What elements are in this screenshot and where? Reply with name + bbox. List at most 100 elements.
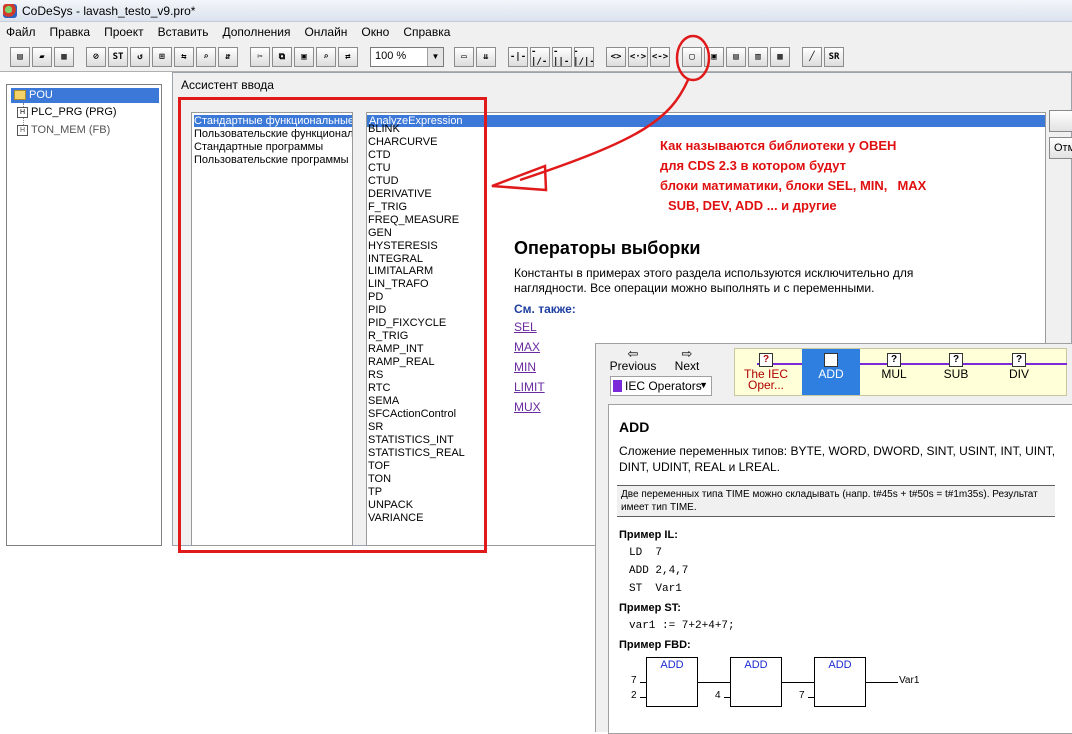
fbd-input-value: 7	[631, 675, 637, 686]
menu-bar: Файл Правка Проект Вставить Дополнения О…	[0, 22, 1072, 42]
dialog-title: Ассистент ввода	[181, 78, 274, 92]
menu-insert[interactable]: Вставить	[158, 25, 209, 39]
fbd-wire	[866, 682, 898, 683]
chevron-down-icon[interactable]: ▼	[427, 48, 443, 66]
topic-select[interactable]: IEC Operators ▼	[610, 376, 712, 396]
breadcrumb-item-active[interactable]: ⌕ ADD	[802, 349, 860, 395]
find-icon[interactable]: ⌕	[316, 47, 336, 67]
parallel-negated-contact-icon[interactable]: -|/|-	[574, 47, 594, 67]
annotation-highlight-box	[178, 97, 487, 553]
new-file-icon[interactable]: ▤	[10, 47, 30, 67]
previous-button[interactable]: ⇦ Previous	[608, 347, 658, 374]
write-values-icon[interactable]: ⇆	[174, 47, 194, 67]
coil-icon[interactable]: <>	[606, 47, 626, 67]
help-topic-icon: ?	[949, 353, 963, 367]
help-link-max[interactable]: MAX	[514, 340, 540, 354]
function-block-icon: H	[17, 125, 28, 136]
negated-contact-icon[interactable]: -|/-	[530, 47, 550, 67]
breadcrumb-item[interactable]: ? MUL	[865, 349, 923, 395]
cancel-button[interactable]: Отмена	[1049, 137, 1072, 159]
reset-coil-icon[interactable]: <->	[650, 47, 670, 67]
pou-root-item[interactable]: POU	[11, 88, 159, 103]
force-values-icon[interactable]: ⇵	[218, 47, 238, 67]
zoom-select[interactable]: 100 % ▼	[370, 47, 444, 67]
step-icon[interactable]: ↺	[130, 47, 150, 67]
menu-extras[interactable]: Дополнения	[222, 25, 290, 39]
pou-item-ton-mem[interactable]: H TON_MEM (FB)	[17, 124, 111, 136]
st-example-heading: Пример ST:	[619, 602, 681, 614]
annotation-line: SUB, DEV, ADD ... и другие	[668, 198, 837, 213]
pou-item-label: PLC_PRG (PRG)	[31, 106, 117, 118]
chevron-down-icon[interactable]: ▼	[699, 380, 708, 390]
replace-icon[interactable]: ⇄	[338, 47, 358, 67]
pou-item-label: TON_MEM (FB)	[31, 124, 111, 136]
insert-network-icon[interactable]: ⇊	[476, 47, 496, 67]
help-content-title: ADD	[619, 419, 650, 435]
program-icon: H	[17, 107, 28, 118]
annotation-text: Как называются библиотеки у ОВЕН для CDS…	[660, 136, 990, 216]
window-title: CoDeSys - lavash_testo_v9.pro*	[22, 4, 196, 18]
menu-project[interactable]: Проект	[104, 25, 144, 39]
stop-icon[interactable]: ST	[108, 47, 128, 67]
help-topic-icon: ?	[759, 353, 773, 367]
annotation-line: блоки матиматики, блоки SEL, MIN, MAX	[660, 178, 927, 193]
menu-file[interactable]: Файл	[6, 25, 36, 39]
parallel-contact-icon[interactable]: -||-	[552, 47, 572, 67]
title-bar: CoDeSys - lavash_testo_v9.pro*	[0, 0, 1072, 22]
fbd-add-block: ADD	[646, 657, 698, 707]
monitor-icon[interactable]: ⌕	[196, 47, 216, 67]
help-link-limit[interactable]: LIMIT	[514, 380, 545, 394]
topic-select-value: IEC Operators	[625, 379, 702, 393]
fbd-wire	[724, 697, 730, 698]
help-link-min[interactable]: MIN	[514, 360, 536, 374]
block-output-icon[interactable]: ▤	[726, 47, 746, 67]
function-block-icon[interactable]: ▢	[682, 47, 702, 67]
app-icon	[3, 4, 17, 18]
menu-edit[interactable]: Правка	[50, 25, 91, 39]
fbd-wire	[698, 682, 730, 683]
cut-icon[interactable]: ✂	[250, 47, 270, 67]
fbd-input-value: 4	[715, 690, 721, 701]
paste-icon[interactable]: ▣	[294, 47, 314, 67]
next-button[interactable]: ⇨ Next	[662, 347, 712, 374]
help-text: Константы в примерах этого раздела испол…	[514, 266, 914, 295]
copy-icon[interactable]: ⧉	[272, 47, 292, 67]
set-reset-icon[interactable]: SR	[824, 47, 844, 67]
login-icon[interactable]: ⊘	[86, 47, 106, 67]
help-link-sel[interactable]: SEL	[514, 320, 537, 334]
fbd-wire	[640, 697, 646, 698]
menu-window[interactable]: Окно	[361, 25, 389, 39]
block-enable-icon[interactable]: ▦	[770, 47, 790, 67]
fbd-add-block: ADD	[730, 657, 782, 707]
fbd-input-value: 2	[631, 690, 637, 701]
breadcrumb-item[interactable]: ? SUB	[927, 349, 985, 395]
pou-tree-panel: POU H PLC_PRG (PRG) H TON_MEM (FB)	[6, 84, 162, 546]
block-input-icon[interactable]: ▣	[704, 47, 724, 67]
ok-button[interactable]	[1049, 110, 1072, 132]
fbd-wire	[782, 682, 814, 683]
help-link-mux[interactable]: MUX	[514, 400, 541, 414]
toolbar: ▤ ▰ ▦ ⊘ ST ↺ ⊞ ⇆ ⌕ ⇵ ✂ ⧉ ▣ ⌕ ⇄ 100 % ▼ ▭…	[0, 42, 1072, 72]
breakpoint-icon[interactable]: ⊞	[152, 47, 172, 67]
fbd-wire	[640, 682, 646, 683]
book-icon	[613, 380, 622, 392]
menu-online[interactable]: Онлайн	[304, 25, 347, 39]
help-topic-icon: ?	[887, 353, 901, 367]
help-content: ADD Сложение переменных типов: BYTE, WOR…	[608, 404, 1072, 734]
see-also-label: См. также:	[514, 302, 576, 316]
block-negate-icon[interactable]: ▥	[748, 47, 768, 67]
set-coil-icon[interactable]: <·>	[628, 47, 648, 67]
help-content-description: Сложение переменных типов: BYTE, WORD, D…	[619, 444, 1056, 474]
breadcrumb-item[interactable]: ? The IEC Oper...	[737, 349, 795, 395]
annotation-extra: MAX	[897, 178, 927, 193]
pou-item-plc-prg[interactable]: H PLC_PRG (PRG)	[17, 106, 117, 118]
save-icon[interactable]: ▦	[54, 47, 74, 67]
jump-icon[interactable]: ╱	[802, 47, 822, 67]
help-topic-icon: ?	[1012, 353, 1026, 367]
comment-icon[interactable]: ▭	[454, 47, 474, 67]
fbd-example-heading: Пример FBD:	[619, 639, 691, 651]
open-file-icon[interactable]: ▰	[32, 47, 52, 67]
breadcrumb-item[interactable]: ? DIV	[990, 349, 1048, 395]
contact-icon[interactable]: -|-	[508, 47, 528, 67]
menu-help[interactable]: Справка	[403, 25, 450, 39]
